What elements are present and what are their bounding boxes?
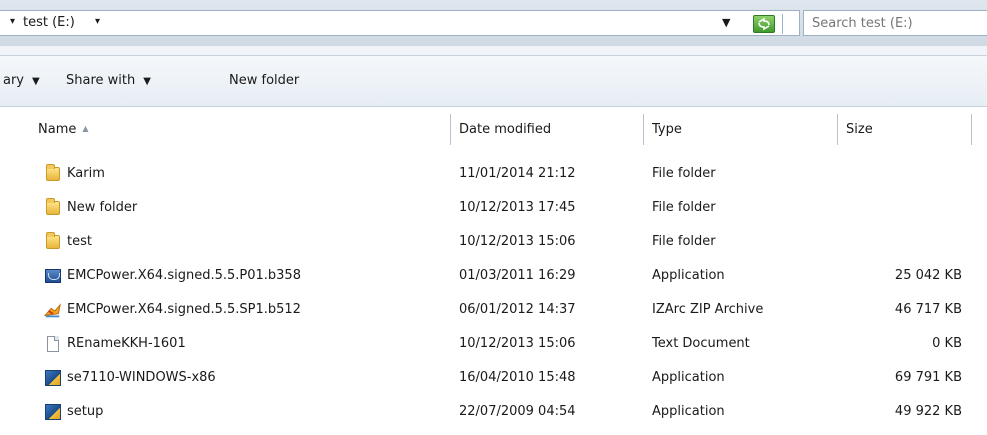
file-row[interactable]: EMCPower.X64.signed.5.5.SP1.b512 06/01/2… <box>0 294 987 328</box>
zip-archive-icon <box>44 303 61 318</box>
file-date-modified: 10/12/2013 15:06 <box>459 336 576 351</box>
address-bar-strip: ▾ test (E:) ▾ ▼ <box>0 0 987 46</box>
new-folder-button[interactable]: New folder <box>229 73 299 91</box>
file-name: se7110-WINDOWS-x86 <box>67 370 216 385</box>
file-size: 69 791 KB <box>894 370 962 385</box>
address-separator <box>782 14 783 34</box>
refresh-icon <box>758 17 770 31</box>
sort-ascending-icon: ▲ <box>82 124 89 133</box>
chevron-down-icon: ▼ <box>32 76 40 87</box>
command-toolbar: ary ▼ Share with ▼ New folder <box>0 56 987 107</box>
column-header-date-modified[interactable]: Date modified <box>451 114 644 145</box>
file-type: Application <box>652 268 725 283</box>
file-name: test <box>67 234 92 249</box>
folder-icon <box>46 198 60 215</box>
file-size: 46 717 KB <box>894 302 962 317</box>
file-type: File folder <box>652 200 716 215</box>
file-name: Karim <box>67 166 105 181</box>
file-name: REnameKKH-1601 <box>67 336 186 351</box>
address-field[interactable]: ▾ test (E:) ▾ ▼ <box>0 10 800 36</box>
file-type: Application <box>652 370 725 385</box>
file-row[interactable]: EMCPower.X64.signed.5.5.P01.b358 01/03/2… <box>0 260 987 294</box>
column-header-row: Name ▲ Date modified Type Size <box>0 107 987 145</box>
chevron-down-icon: ▼ <box>143 76 151 87</box>
file-date-modified: 01/03/2011 16:29 <box>459 268 576 283</box>
column-header-name-label: Name <box>38 122 77 137</box>
file-name: EMCPower.X64.signed.5.5.P01.b358 <box>67 268 301 283</box>
share-with-label: Share with <box>66 73 136 88</box>
file-date-modified: 10/12/2013 15:06 <box>459 234 576 249</box>
file-type: IZArc ZIP Archive <box>652 302 764 317</box>
file-size: 49 922 KB <box>894 404 962 419</box>
file-row[interactable]: REnameKKH-1601 10/12/2013 15:06 Text Doc… <box>0 328 987 362</box>
folder-icon <box>46 164 60 181</box>
application-icon <box>45 269 61 283</box>
file-date-modified: 22/07/2009 04:54 <box>459 404 576 419</box>
file-type: File folder <box>652 234 716 249</box>
breadcrumb-arrow-icon[interactable]: ▾ <box>10 16 15 27</box>
file-date-modified: 11/01/2014 21:12 <box>459 166 576 181</box>
file-row[interactable]: test 10/12/2013 15:06 File folder <box>0 226 987 260</box>
file-size: 0 KB <box>932 336 962 351</box>
breadcrumb-current[interactable]: test (E:) <box>23 15 75 30</box>
installer-icon <box>45 370 61 386</box>
file-date-modified: 10/12/2013 17:45 <box>459 200 576 215</box>
file-name: New folder <box>67 200 138 215</box>
file-type: Text Document <box>652 336 750 351</box>
file-date-modified: 16/04/2010 15:48 <box>459 370 576 385</box>
file-row[interactable]: Karim 11/01/2014 21:12 File folder <box>0 158 987 192</box>
breadcrumb-chevron-down-icon[interactable]: ▾ <box>95 16 100 27</box>
include-in-library-label: ary <box>3 73 25 88</box>
text-document-icon <box>47 336 59 352</box>
column-header-size[interactable]: Size <box>838 114 972 145</box>
include-in-library-button[interactable]: ary ▼ <box>3 73 40 91</box>
file-name: EMCPower.X64.signed.5.5.SP1.b512 <box>67 302 301 317</box>
search-box[interactable] <box>803 10 987 36</box>
share-with-button[interactable]: Share with ▼ <box>66 73 151 91</box>
file-size: 25 042 KB <box>894 268 962 283</box>
file-date-modified: 06/01/2012 14:37 <box>459 302 576 317</box>
column-header-type[interactable]: Type <box>644 114 838 145</box>
file-list: Name ▲ Date modified Type Size Karim 11/0… <box>0 107 987 435</box>
file-row[interactable]: se7110-WINDOWS-x86 16/04/2010 15:48 Appl… <box>0 362 987 396</box>
address-divider <box>0 46 987 56</box>
search-input[interactable] <box>812 15 982 31</box>
folder-icon <box>46 232 60 249</box>
file-row[interactable]: setup 22/07/2009 04:54 Application 49 92… <box>0 396 987 430</box>
refresh-button[interactable] <box>753 15 775 33</box>
file-type: File folder <box>652 166 716 181</box>
file-type: Application <box>652 404 725 419</box>
file-row[interactable]: New folder 10/12/2013 17:45 File folder <box>0 192 987 226</box>
column-header-name[interactable]: Name ▲ <box>20 114 451 145</box>
address-history-chevron-icon[interactable]: ▼ <box>722 16 730 29</box>
installer-icon <box>45 404 61 420</box>
file-name: setup <box>67 404 104 419</box>
